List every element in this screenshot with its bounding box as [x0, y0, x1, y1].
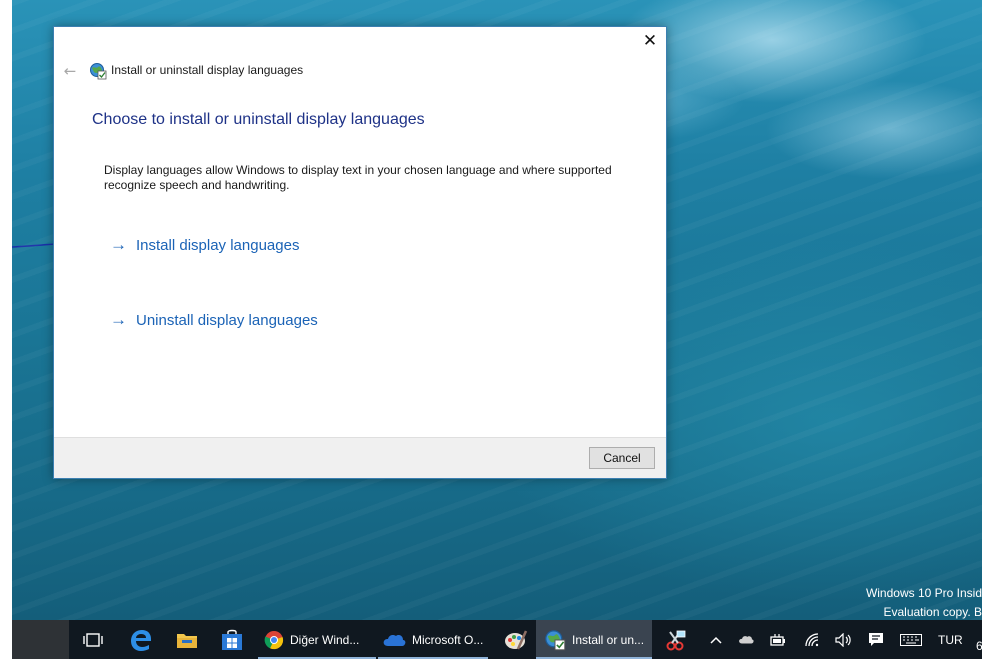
power-icon[interactable] [767, 620, 789, 659]
watermark-line-1: Windows 10 Pro Insid [865, 586, 982, 600]
uninstall-display-languages-link[interactable]: → Uninstall display languages [110, 310, 318, 330]
screen-left-edge [0, 0, 12, 659]
taskbar-button-snipping-tool[interactable] [658, 620, 694, 659]
language-settings-button-label: Install or un... [572, 632, 645, 647]
chevron-up-icon[interactable] [705, 620, 727, 659]
chrome-button-label: Diğer Wind... [290, 632, 360, 647]
file-explorer-icon[interactable] [172, 620, 202, 659]
edge-icon[interactable] [126, 620, 156, 659]
volume-icon[interactable] [833, 620, 855, 659]
start-button[interactable] [12, 620, 69, 659]
language-globe-icon [90, 63, 107, 80]
keyboard-icon[interactable] [898, 620, 924, 659]
back-button[interactable]: ← [60, 61, 80, 81]
taskbar-button-language-settings[interactable]: Install or un... [536, 620, 652, 659]
arrow-right-icon: → [110, 310, 127, 329]
onedrive-icon [383, 634, 406, 646]
install-display-languages-link[interactable]: → Install display languages [110, 235, 299, 255]
language-settings-icon [545, 629, 566, 650]
store-icon[interactable] [217, 620, 247, 659]
dialog-footer: Cancel [54, 437, 666, 478]
snipping-tool-icon [666, 630, 686, 650]
install-link-label: Install display languages [136, 236, 300, 254]
chrome-icon [264, 630, 284, 649]
taskbar: Diğer Wind... Microsoft O... Install or … [12, 620, 982, 659]
taskbar-button-onedrive[interactable]: Microsoft O... [378, 620, 488, 659]
taskbar-button-chrome[interactable]: Diğer Wind... [258, 620, 376, 659]
onedrive-tray-icon[interactable] [735, 620, 757, 659]
uninstall-link-label: Uninstall display languages [136, 311, 318, 329]
clock-fragment[interactable]: 6 [976, 639, 982, 653]
task-view-icon[interactable] [80, 620, 106, 659]
page-description: Display languages allow Windows to displ… [104, 163, 612, 192]
dialog-title: Install or uninstall display languages [111, 63, 304, 77]
close-button[interactable]: ✕ [634, 27, 666, 55]
action-center-icon[interactable] [865, 620, 887, 659]
onedrive-button-label: Microsoft O... [412, 632, 484, 647]
display-languages-dialog: ✕ ← Install or uninstall display languag… [53, 26, 667, 479]
input-language-indicator[interactable]: TUR [938, 620, 964, 659]
network-icon[interactable] [801, 620, 823, 659]
cancel-button[interactable]: Cancel [589, 447, 655, 469]
windows-evaluation-watermark: Windows 10 Pro Insid Evaluation copy. B [842, 584, 982, 622]
page-heading: Choose to install or uninstall display l… [92, 111, 425, 128]
arrow-right-icon: → [110, 235, 127, 254]
paint-icon [505, 629, 528, 650]
taskbar-button-paint[interactable] [496, 620, 536, 659]
